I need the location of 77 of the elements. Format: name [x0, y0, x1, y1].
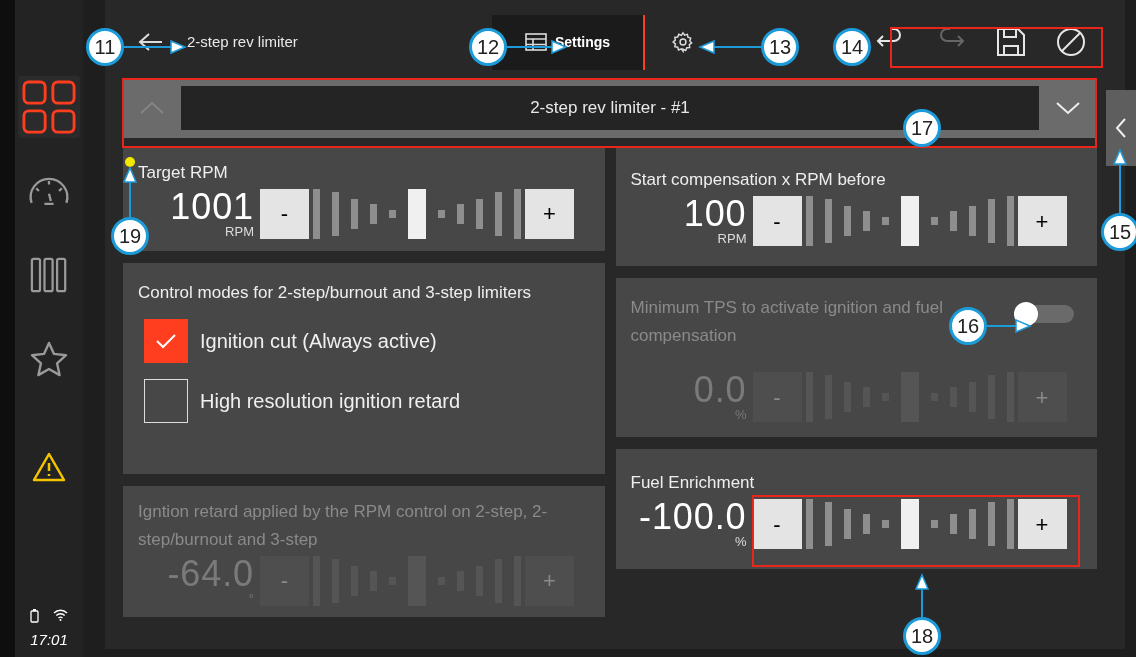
scale-tick [881, 520, 889, 528]
scale-tick [987, 199, 995, 243]
decrease-button[interactable]: - [752, 196, 802, 246]
scale-tick [930, 520, 938, 528]
callout-arrow [698, 39, 762, 55]
card-title: Fuel Enrichment [630, 472, 755, 494]
unit-label: RPM [225, 224, 254, 239]
scale-tick [987, 502, 995, 546]
scale-tick [457, 203, 464, 224]
scale-tick [862, 514, 870, 534]
side-panel-tab[interactable] [1106, 90, 1136, 166]
center-marker [408, 188, 426, 239]
callout-arrow [1112, 148, 1128, 214]
scale-tick [495, 191, 502, 236]
scale-tick [949, 514, 957, 534]
card-title: Control modes for 2-step/burnout and 3-step limiters [138, 282, 532, 304]
unit-label: ° [248, 591, 254, 606]
card-title: Igntion retard applied by the RPM control on 2-step, 2-step/burnout and 3-step [138, 500, 549, 551]
increase-button[interactable]: + [1017, 499, 1067, 549]
scale-tick [805, 196, 813, 246]
scale-tick [824, 199, 832, 243]
scale-tick [438, 209, 445, 218]
battery-icon [30, 607, 39, 623]
center-marker [900, 499, 919, 549]
checkbox[interactable] [144, 379, 188, 423]
left-caret-icon [1115, 117, 1127, 139]
increase-button[interactable]: + [525, 188, 574, 239]
warning-icon[interactable] [32, 452, 66, 482]
scale-tick [968, 509, 976, 539]
card-title: Target RPM [138, 161, 228, 184]
scale-tick [881, 217, 889, 225]
increase-button[interactable]: + [1017, 196, 1067, 246]
marker-dot [125, 157, 135, 167]
decrease-button[interactable]: - [752, 499, 802, 549]
card-title: Minimum TPS to activate ignition and fuel compensation [630, 297, 944, 347]
scale-tick [1006, 499, 1014, 549]
gear-icon [672, 31, 694, 53]
checkbox[interactable] [144, 319, 188, 363]
checkmark-icon [155, 333, 177, 349]
option-label: High resolution ignition retard [200, 389, 461, 414]
back-arrow-icon[interactable] [137, 32, 163, 52]
unit-label: % [734, 535, 747, 549]
value-readout: -100.0 [639, 499, 747, 535]
scale-tick [313, 188, 320, 239]
callout-arrow [986, 318, 1032, 334]
callout-arrow [914, 573, 930, 618]
value-readout: 100 [683, 196, 747, 232]
scale-tick [843, 206, 851, 236]
grid-icon[interactable] [22, 80, 76, 134]
card-title: Start compensation x RPM before [630, 169, 886, 191]
clock-time: 17:01 [30, 629, 68, 650]
center-marker [900, 196, 919, 246]
scale-tick [1006, 196, 1014, 246]
scale-tick [389, 209, 396, 218]
callout-arrow [123, 39, 187, 55]
wifi-icon [53, 609, 68, 621]
down-caret-icon[interactable] [1055, 101, 1081, 115]
scale-tick [370, 203, 377, 224]
scale-tick [862, 211, 870, 231]
unit-label: % [734, 408, 747, 422]
option-label: Ignition cut (Always active) [200, 329, 437, 354]
scale-tick [949, 211, 957, 231]
scale-tick [351, 198, 358, 229]
scale-tick [824, 502, 832, 546]
scale-tick [476, 198, 483, 229]
value-readout: 1001 [170, 188, 254, 225]
unit-label: RPM [717, 232, 747, 246]
scale-tick [332, 191, 339, 236]
decrease-button[interactable]: - [260, 188, 309, 239]
scale-tick [805, 499, 813, 549]
table-icon [524, 33, 547, 51]
scale-tick [968, 206, 976, 236]
scale-tick [930, 217, 938, 225]
page-title: 2-step rev limiter [187, 33, 298, 50]
scale-tick [514, 188, 521, 239]
callout-arrow [122, 166, 138, 218]
scale-tick [843, 509, 851, 539]
